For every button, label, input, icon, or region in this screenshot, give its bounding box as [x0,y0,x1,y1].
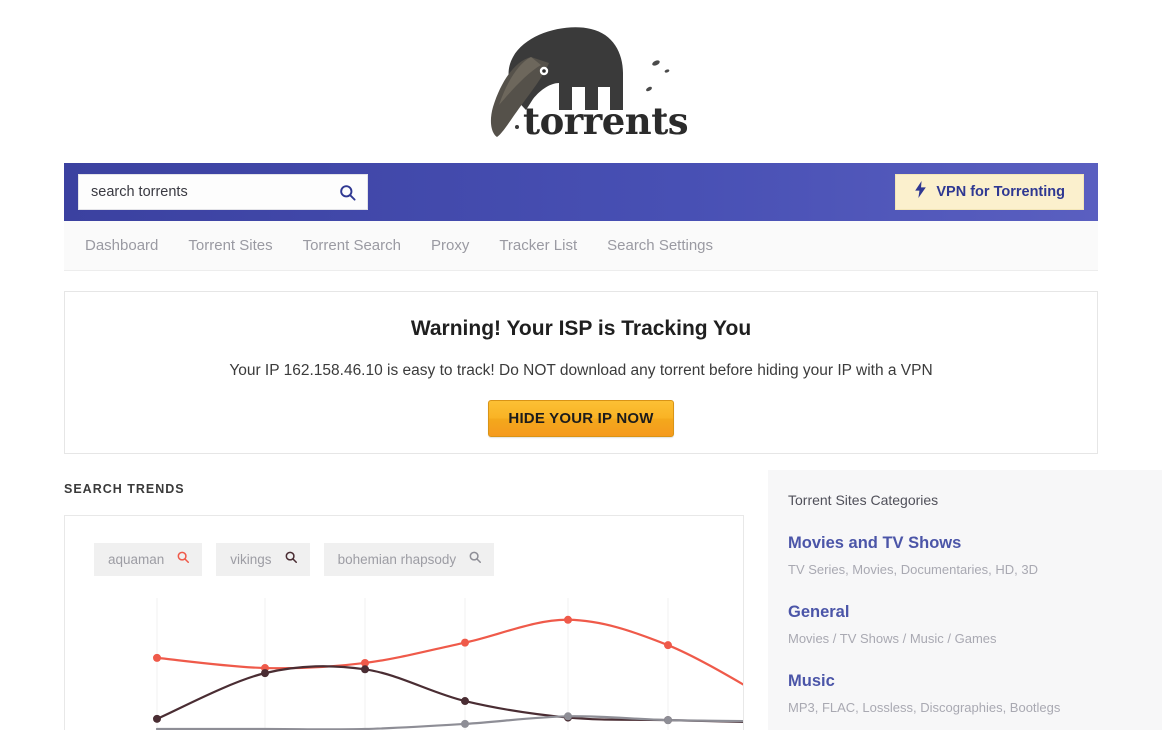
warning-subtitle: Your IP 162.158.46.10 is easy to track! … [229,362,933,379]
search-icon[interactable] [468,550,482,569]
chart-point[interactable] [361,665,369,674]
vpn-for-torrenting-button[interactable]: VPN for Torrenting [895,174,1084,210]
nav-item-torrent-search[interactable]: Torrent Search [303,237,401,254]
chart-point[interactable] [664,716,672,725]
trend-chip-label: bohemian rhapsody [337,552,457,567]
category-desc: MP3, FLAC, Lossless, Discographies, Boot… [788,700,1061,715]
nav-item-search-settings[interactable]: Search Settings [607,237,713,254]
nav-item-proxy[interactable]: Proxy [431,237,469,254]
vpn-button-label: VPN for Torrenting [936,184,1065,200]
torrent-sites-categories-panel: Torrent Sites Categories Movies and TV S… [768,470,1162,730]
hide-your-ip-button[interactable]: HIDE YOUR IP NOW [488,400,674,437]
category-link[interactable]: General [788,603,1162,622]
chart-point[interactable] [564,615,572,624]
trend-chip-vikings[interactable]: vikings [216,543,310,576]
site-logo[interactable]: torrents [0,0,1162,155]
sidebar-title: Torrent Sites Categories [788,492,939,508]
lightning-bolt-icon [914,181,927,203]
search-icon[interactable] [327,183,367,202]
chart-gridlines [156,598,669,730]
nav-item-tracker-list[interactable]: Tracker List [499,237,577,254]
category-desc: Movies / TV Shows / Music / Games [788,631,997,646]
search-input[interactable] [79,184,327,200]
search-trends-card: aquaman vikings bohemian rhapsody [64,515,744,730]
category-movies-and-tv-shows: Movies and TV Shows TV Series, Movies, D… [788,534,1162,577]
search-trends-chart [153,598,743,730]
chart-point[interactable] [153,653,161,662]
warning-title: Warning! Your ISP is Tracking You [410,317,752,340]
chart-point[interactable] [261,669,269,678]
chart-point[interactable] [564,712,572,721]
search-icon[interactable] [176,550,190,569]
chart-line-aquaman [155,618,743,686]
chart-point[interactable] [461,719,469,728]
category-desc: TV Series, Movies, Documentaries, HD, 3D [788,562,1038,577]
trend-chip-aquaman[interactable]: aquaman [94,543,203,576]
chart-point[interactable] [461,638,469,647]
isp-warning-box: Warning! Your ISP is Tracking You Your I… [64,291,1098,454]
category-link[interactable]: Music [788,672,1162,691]
chart-series-lines [155,618,743,730]
chart-line-bohemian-rhapsody [155,715,743,730]
search-icon[interactable] [284,550,298,569]
chart-point[interactable] [664,641,672,650]
category-link[interactable]: Movies and TV Shows [788,534,1162,553]
category-music: Music MP3, FLAC, Lossless, Discographies… [788,672,1162,715]
header-bar: VPN for Torrenting [64,163,1098,221]
nav-item-torrent-sites[interactable]: Torrent Sites [188,237,272,254]
search-box[interactable] [78,174,368,210]
page-root: torrents VPN for Torrenting Dashboard To… [0,0,1162,730]
trend-chip-list: aquaman vikings bohemian rhapsody [65,516,743,576]
chart-data-points [153,615,672,728]
chart-point[interactable] [461,697,469,706]
logo-wordmark: torrents [523,99,689,143]
nav-item-dashboard[interactable]: Dashboard [85,237,158,254]
search-trends-label: SEARCH TRENDS [64,482,185,496]
category-general: General Movies / TV Shows / Music / Game… [788,603,1162,646]
trend-chip-label: aquaman [108,552,165,567]
chart-line-vikings [155,665,743,724]
trend-chip-bohemian-rhapsody[interactable]: bohemian rhapsody [323,543,495,576]
main-nav: Dashboard Torrent Sites Torrent Search P… [64,221,1098,271]
chart-point[interactable] [153,714,161,723]
trend-chip-label: vikings [230,552,272,567]
